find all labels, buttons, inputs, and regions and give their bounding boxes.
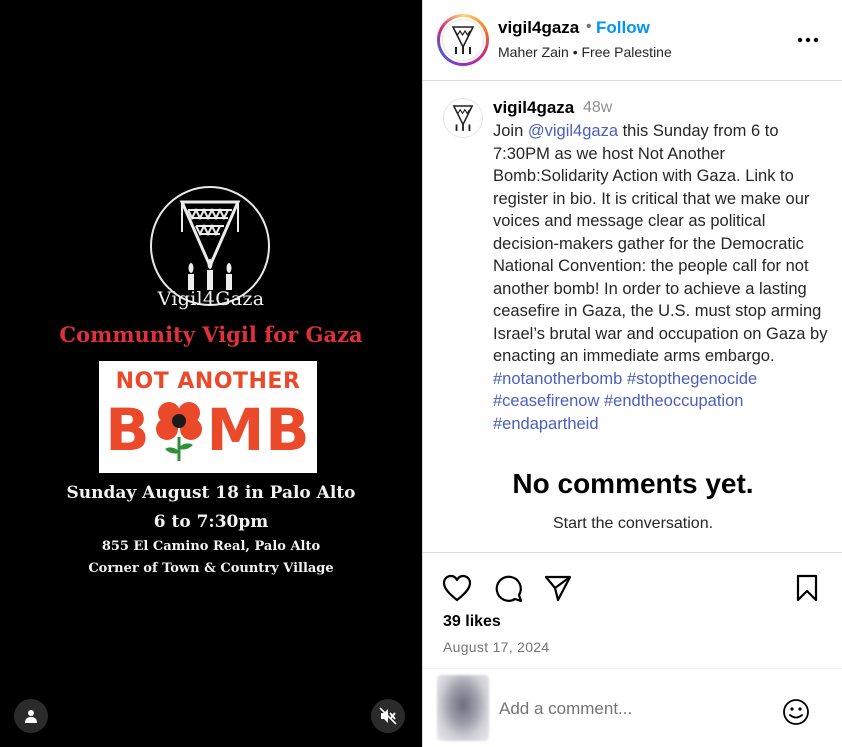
emoji-icon	[783, 699, 809, 725]
comment-icon	[495, 575, 523, 603]
speaker-muted-icon	[379, 707, 397, 725]
vigil-logo-icon	[452, 105, 474, 131]
empty-comments-subtitle: Start the conversation.	[552, 515, 714, 532]
person-icon	[25, 710, 37, 723]
more-options-button[interactable]	[793, 26, 823, 54]
comment-composer	[423, 668, 842, 747]
poppy-icon	[155, 402, 202, 461]
org-name: Vigil4Gaza	[157, 288, 265, 310]
event-address: 855 El Camino Real, Palo Alto	[101, 539, 321, 554]
post-details-panel: vigil4gaza • Follow Maher Zain • Free Pa…	[422, 0, 842, 747]
banner-letters-mb: MB	[206, 396, 311, 464]
heart-icon	[442, 574, 472, 602]
tagged-users-button[interactable]	[14, 699, 48, 733]
event-title: Community Vigil for Gaza	[59, 322, 363, 347]
banner-line1: NOT ANOTHER	[115, 369, 301, 394]
banner-letter-b: B	[105, 396, 151, 464]
follow-button[interactable]: Follow	[596, 18, 650, 38]
banner-line2: B MB	[99, 395, 317, 465]
story-ring-avatar[interactable]	[437, 14, 489, 66]
event-location-note: Corner of Town & Country Village	[88, 561, 334, 576]
mute-toggle-button[interactable]	[371, 699, 405, 733]
post-date[interactable]: August 17, 2024	[443, 639, 549, 655]
hashtag-link[interactable]: #stopthegenocide	[627, 370, 757, 388]
vigil-logo-icon	[451, 26, 475, 54]
post-media[interactable]: Vigil4Gaza Community Vigil for Gaza NOT …	[0, 0, 422, 747]
current-user-avatar	[437, 675, 489, 741]
hashtag-link[interactable]: #notanotherbomb	[493, 370, 622, 388]
audio-attribution[interactable]: Maher Zain • Free Palestine	[498, 44, 672, 60]
event-time: 6 to 7:30pm	[153, 512, 269, 532]
post-header: vigil4gaza • Follow Maher Zain • Free Pa…	[423, 0, 842, 81]
not-another-bomb-banner: NOT ANOTHER B MB	[99, 361, 317, 473]
event-date: Sunday August 18 in Palo Alto	[66, 483, 356, 503]
caption-text: Join @vigil4gaza this Sunday from 6 to 7…	[493, 120, 828, 435]
header-username[interactable]: vigil4gaza	[498, 18, 579, 38]
more-horizontal-icon	[797, 37, 819, 43]
caption-age[interactable]: 48w	[583, 99, 612, 117]
caption-text-part: Join	[493, 122, 528, 140]
share-icon	[544, 575, 572, 602]
save-button[interactable]	[790, 571, 824, 605]
mention-link[interactable]: @vigil4gaza	[528, 122, 618, 140]
caption-avatar[interactable]	[443, 98, 483, 138]
likes-count[interactable]: 39 likes	[443, 613, 501, 631]
comment-input[interactable]	[499, 699, 759, 719]
hashtag-link[interactable]: #ceasefirenow	[493, 392, 599, 410]
share-button[interactable]	[541, 571, 575, 605]
like-button[interactable]	[440, 571, 474, 605]
post-actions: 39 likes August 17, 2024	[423, 552, 842, 668]
bookmark-icon	[796, 574, 818, 602]
header-separator: •	[586, 18, 592, 35]
hashtag-link[interactable]: #endtheoccupation	[604, 392, 743, 410]
emoji-button[interactable]	[781, 697, 811, 727]
caption-text-part: this Sunday from 6 to 7:30PM as we host …	[493, 122, 828, 365]
comment-button[interactable]	[491, 571, 525, 605]
hashtag-link[interactable]: #endapartheid	[493, 415, 599, 433]
empty-comments-title: No comments yet.	[512, 468, 754, 499]
caption-username[interactable]: vigil4gaza	[493, 98, 574, 118]
